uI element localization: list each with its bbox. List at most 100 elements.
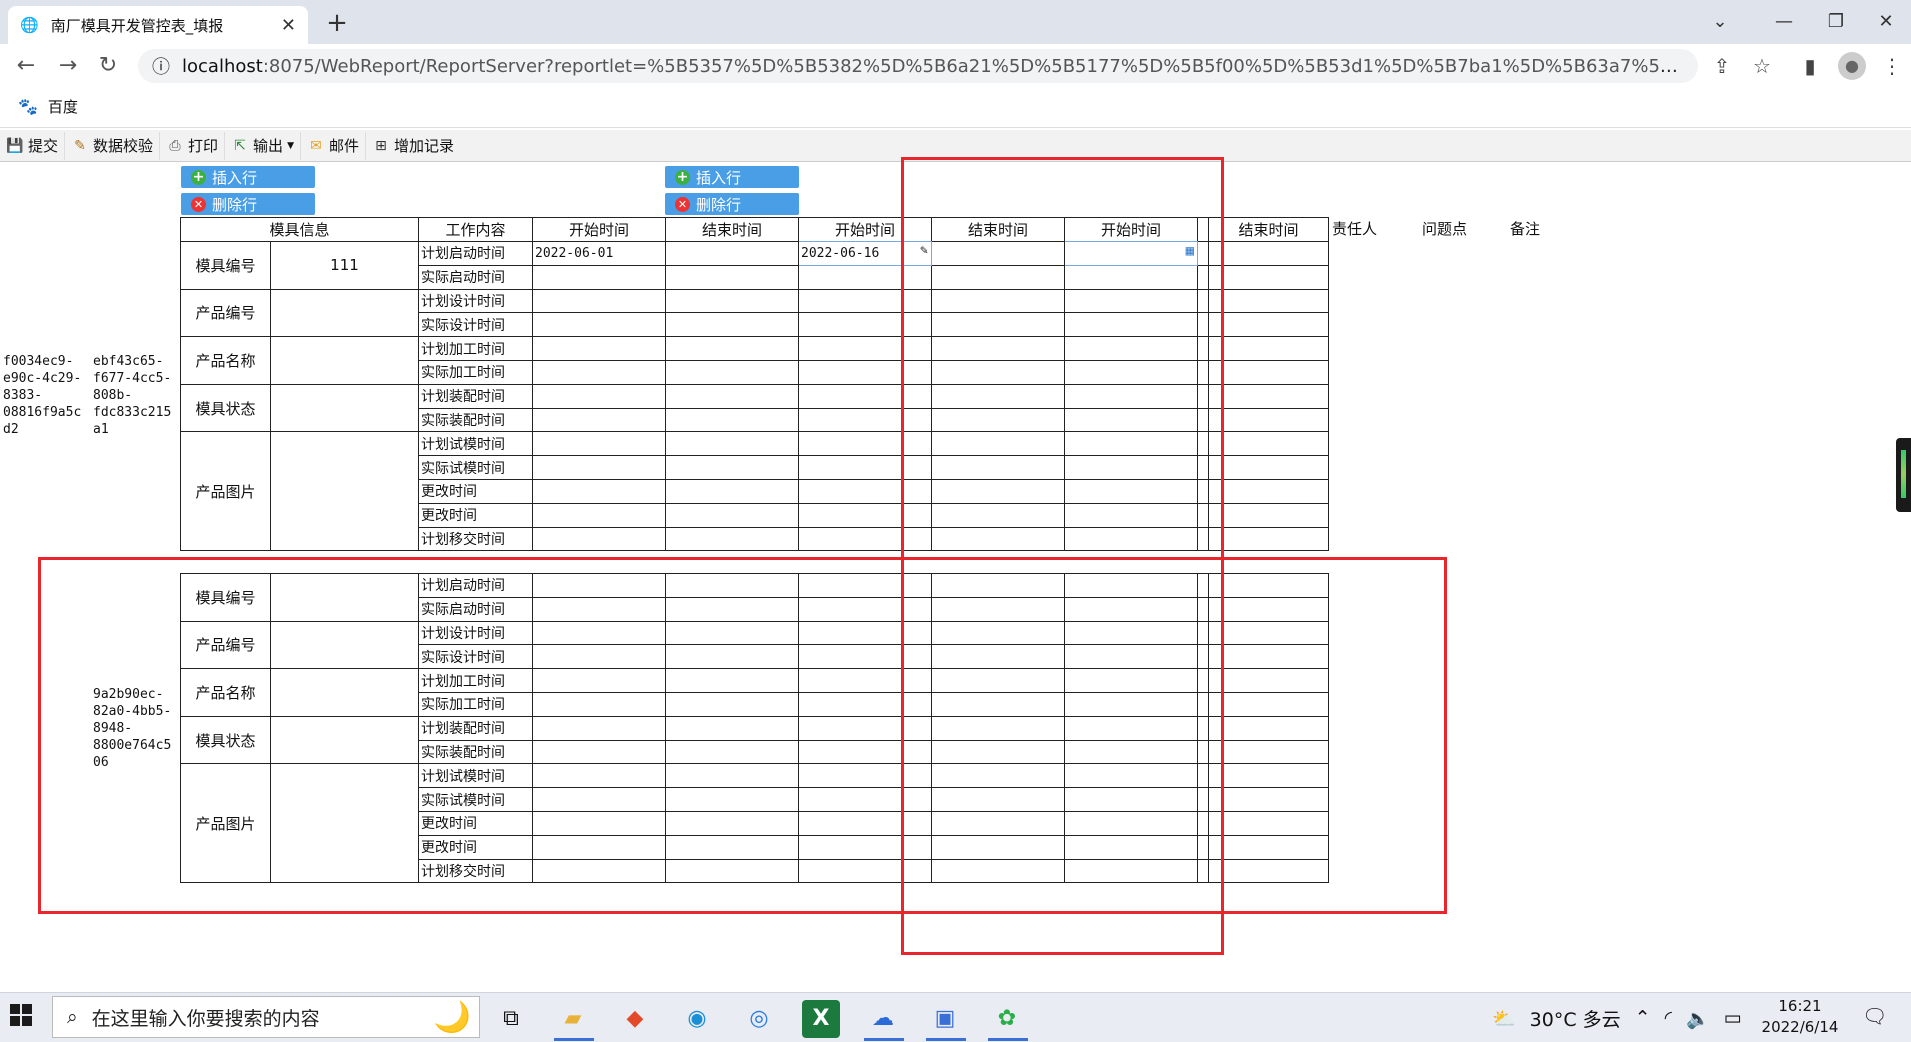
- profile-avatar[interactable]: ●: [1838, 52, 1866, 80]
- submit-button[interactable]: 💾 提交: [0, 131, 66, 160]
- record1-date-cell[interactable]: [665, 431, 799, 457]
- chat-search-icon[interactable]: ◎: [740, 1000, 778, 1038]
- record1-date-cell[interactable]: [665, 383, 799, 409]
- mail-button[interactable]: ✉ 邮件: [301, 131, 366, 160]
- record1-date-cell[interactable]: [532, 478, 666, 504]
- insert-row-button-2[interactable]: + 插入行: [665, 166, 799, 188]
- record1-value-product-name[interactable]: [270, 336, 419, 385]
- record1-date-cell[interactable]: [1208, 431, 1329, 457]
- record1-date-cell[interactable]: [532, 359, 666, 385]
- minimize-button[interactable]: —: [1760, 6, 1808, 38]
- record1-date-cell[interactable]: [532, 526, 666, 552]
- record1-date-cell[interactable]: [665, 407, 799, 433]
- record1-date-cell[interactable]: [1208, 288, 1329, 314]
- delete-row-button-1[interactable]: ✕ 删除行: [181, 193, 315, 215]
- taskbar-clock[interactable]: 16:21 2022/6/14: [1752, 996, 1848, 1038]
- file-explorer-icon[interactable]: ▰: [554, 1000, 592, 1038]
- add-record-icon: ⊞: [375, 137, 387, 154]
- record1-date-cell[interactable]: [665, 264, 799, 290]
- tray-expand-icon[interactable]: ⌃: [1635, 1007, 1651, 1029]
- close-window-button[interactable]: ✕: [1862, 6, 1910, 38]
- wifi-icon[interactable]: ◜: [1665, 1007, 1672, 1029]
- tab-search-icon[interactable]: ⌄: [1696, 6, 1744, 38]
- header-work-content: 工作内容: [418, 217, 533, 242]
- record1-date-cell[interactable]: [665, 241, 799, 266]
- volume-icon[interactable]: 🔈: [1686, 1007, 1710, 1030]
- menu-icon[interactable]: ⋮: [1878, 52, 1906, 80]
- forward-icon[interactable]: →: [54, 52, 82, 80]
- record1-date-cell[interactable]: [532, 336, 666, 361]
- record1-date-cell[interactable]: [665, 288, 799, 314]
- export-button[interactable]: ⇱ 输出 ▼: [225, 131, 301, 160]
- side-scroll-widget[interactable]: [1896, 438, 1911, 512]
- record1-date-cell[interactable]: [1208, 312, 1329, 338]
- edge-icon[interactable]: ◉: [678, 1000, 716, 1038]
- delete-row-button-2[interactable]: ✕ 删除行: [665, 193, 799, 215]
- record1-date-cell[interactable]: [1208, 359, 1329, 385]
- record1-date-cell[interactable]: [665, 526, 799, 552]
- side-panel-icon[interactable]: ▮: [1796, 52, 1824, 80]
- battery-icon[interactable]: ▭: [1724, 1007, 1742, 1029]
- record1-value-product-image[interactable]: [270, 431, 419, 552]
- record1-date-cell[interactable]: [1208, 264, 1329, 290]
- record1-value-product-no[interactable]: [270, 288, 419, 338]
- designer-app-icon[interactable]: ▣: [926, 1000, 964, 1038]
- record1-date-cell[interactable]: [665, 478, 799, 504]
- record1-value-mold-no[interactable]: 111: [270, 241, 419, 290]
- back-icon[interactable]: ←: [12, 52, 40, 80]
- record1-date-cell[interactable]: [1208, 478, 1329, 504]
- windows-start-icon[interactable]: [10, 1004, 32, 1026]
- validate-button[interactable]: ✎ 数据校验: [65, 131, 161, 160]
- record1-date-cell[interactable]: [532, 455, 666, 480]
- new-tab-button[interactable]: +: [322, 8, 352, 38]
- notification-icon[interactable]: 🗨: [1862, 1004, 1887, 1028]
- record1-date-cell[interactable]: [665, 336, 799, 361]
- media-app-icon[interactable]: ◆: [616, 1000, 654, 1038]
- record1-value-mold-status[interactable]: [270, 383, 419, 433]
- cloud-app-icon[interactable]: ☁: [864, 1000, 902, 1038]
- insert-row-button-1[interactable]: + 插入行: [181, 166, 315, 188]
- record1-date-cell[interactable]: [532, 407, 666, 433]
- record1-date-cell[interactable]: [1208, 383, 1329, 409]
- add-record-button[interactable]: ⊞ 增加记录: [366, 132, 460, 160]
- record1-date-cell[interactable]: [532, 312, 666, 338]
- record1-date-cell[interactable]: [532, 431, 666, 457]
- info-icon[interactable]: ⓘ: [152, 53, 170, 79]
- record1-date-cell[interactable]: [1208, 407, 1329, 433]
- address-bar[interactable]: ⓘ localhost:8075/WebReport/ReportServer?…: [138, 49, 1698, 83]
- record1-uuid-b: ebf43c65- f677-4cc5- 808b-fdc833c215 a1: [93, 354, 172, 437]
- record1-date-cell[interactable]: [665, 455, 799, 480]
- record1-date-cell[interactable]: [1208, 502, 1329, 528]
- record1-date-cell[interactable]: [665, 312, 799, 338]
- record1-date-cell[interactable]: [1208, 526, 1329, 552]
- record1-date-cell[interactable]: [1208, 336, 1329, 361]
- record1-date-cell[interactable]: 2022-06-01: [532, 241, 666, 266]
- record1-uuid-a: f0034ec9- e90c-4c29- 8383- 08816f9a5c d2: [3, 354, 82, 437]
- browser-tab[interactable]: 🌐 南厂模具开发管控表_填报 ✕: [8, 6, 308, 44]
- excel-icon[interactable]: X: [802, 1000, 840, 1038]
- record1-date-cell[interactable]: [532, 288, 666, 314]
- task-view-icon[interactable]: ⧉: [492, 1000, 530, 1038]
- close-tab-icon[interactable]: ✕: [281, 15, 296, 36]
- bookmark-star-icon[interactable]: ☆: [1748, 52, 1776, 80]
- bookmark-baidu[interactable]: 百度: [48, 96, 78, 117]
- record1-date-cell[interactable]: [665, 359, 799, 385]
- record1-task-label: 实际加工时间: [418, 359, 533, 385]
- restore-button[interactable]: ❐: [1812, 6, 1860, 38]
- record1-date-cell[interactable]: [532, 383, 666, 409]
- share-icon[interactable]: ⇪: [1708, 52, 1736, 80]
- weather-text[interactable]: 30°C 多云: [1530, 1005, 1621, 1032]
- record1-label-product-no: 产品编号: [180, 288, 271, 338]
- record1-date-cell[interactable]: [1208, 241, 1329, 266]
- record1-date-cell[interactable]: [665, 502, 799, 528]
- record1-task-label: 实际装配时间: [418, 407, 533, 433]
- record1-date-cell[interactable]: [1208, 455, 1329, 480]
- taskbar-search[interactable]: ⌕ 在这里输入你要搜索的内容 🌙: [52, 996, 480, 1038]
- print-button[interactable]: ⎙ 打印: [160, 131, 226, 160]
- reload-icon[interactable]: ↻: [94, 52, 122, 80]
- wechat-icon[interactable]: ✿: [988, 1000, 1026, 1038]
- url-path: :8075/WebReport/ReportServer?reportlet=%…: [262, 55, 1684, 77]
- record1-date-cell[interactable]: [532, 502, 666, 528]
- record1-date-cell[interactable]: [532, 264, 666, 290]
- bookmarks-bar: 🐾 百度: [0, 86, 1911, 128]
